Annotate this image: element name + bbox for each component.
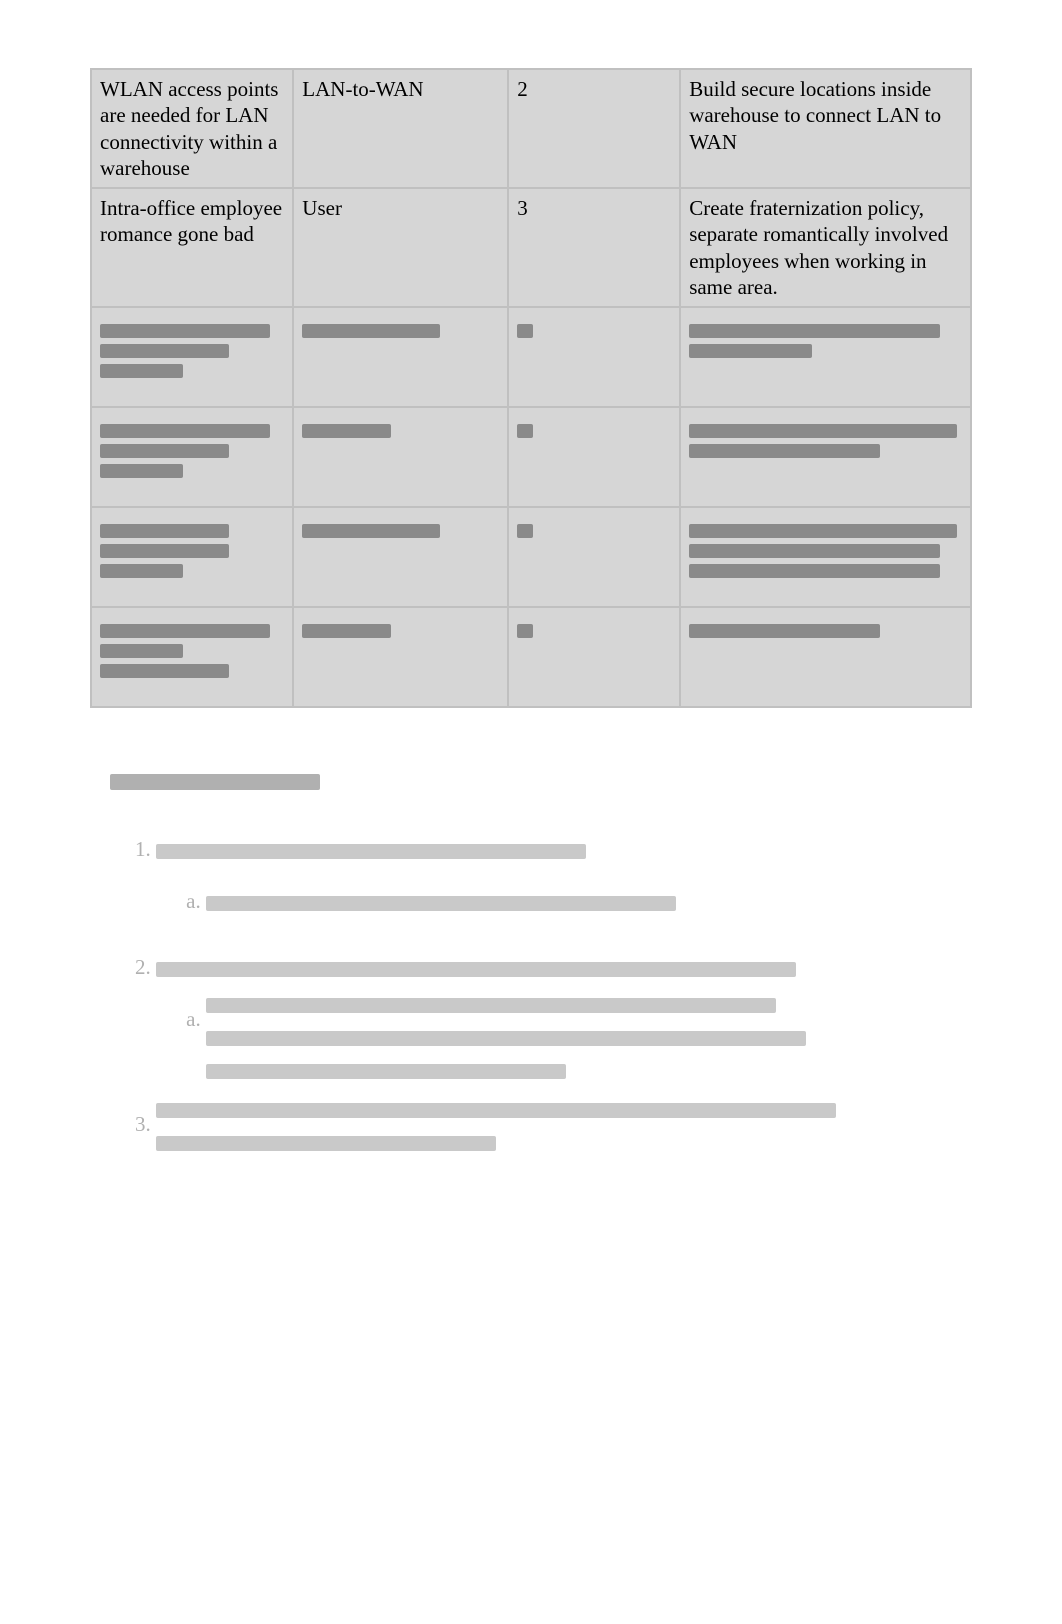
- table-row-redacted: [91, 407, 971, 507]
- question-item: [156, 828, 952, 922]
- table-row: WLAN access points are needed for LAN co…: [91, 69, 971, 188]
- cell-mitigation: Create fraternization policy, separate r…: [680, 188, 971, 307]
- table-row-redacted: [91, 607, 971, 707]
- redacted-cell: [91, 507, 293, 607]
- risk-table: WLAN access points are needed for LAN co…: [90, 68, 972, 708]
- risk-table-region: WLAN access points are needed for LAN co…: [90, 68, 972, 708]
- table-row: Intra-office employee romance gone bad U…: [91, 188, 971, 307]
- cell-risk: WLAN access points are needed for LAN co…: [91, 69, 293, 188]
- table-row-redacted: [91, 507, 971, 607]
- redacted-cell: [508, 607, 680, 707]
- redacted-cell: [508, 407, 680, 507]
- questions-heading-redacted: [110, 768, 952, 810]
- cell-impact: 2: [508, 69, 680, 188]
- redacted-cell: [91, 307, 293, 407]
- redacted-cell: [508, 307, 680, 407]
- cell-domain: LAN-to-WAN: [293, 69, 508, 188]
- redacted-cell: [293, 407, 508, 507]
- cell-risk: Intra-office employee romance gone bad: [91, 188, 293, 307]
- question-item: [156, 946, 952, 1079]
- redacted-cell: [293, 307, 508, 407]
- question-list: [110, 828, 952, 1151]
- table-row-redacted: [91, 307, 971, 407]
- redacted-cell: [293, 507, 508, 607]
- redacted-cell: [91, 607, 293, 707]
- cell-mitigation: Build secure locations inside warehouse …: [680, 69, 971, 188]
- assessment-questions: [110, 768, 952, 1151]
- question-item: [156, 1103, 952, 1151]
- redacted-cell: [91, 407, 293, 507]
- redacted-cell: [680, 507, 971, 607]
- answer-item: [206, 998, 952, 1079]
- cell-impact: 3: [508, 188, 680, 307]
- redacted-cell: [680, 407, 971, 507]
- redacted-cell: [293, 607, 508, 707]
- cell-domain: User: [293, 188, 508, 307]
- answer-item: [206, 880, 952, 922]
- redacted-cell: [508, 507, 680, 607]
- redacted-cell: [680, 607, 971, 707]
- redacted-cell: [680, 307, 971, 407]
